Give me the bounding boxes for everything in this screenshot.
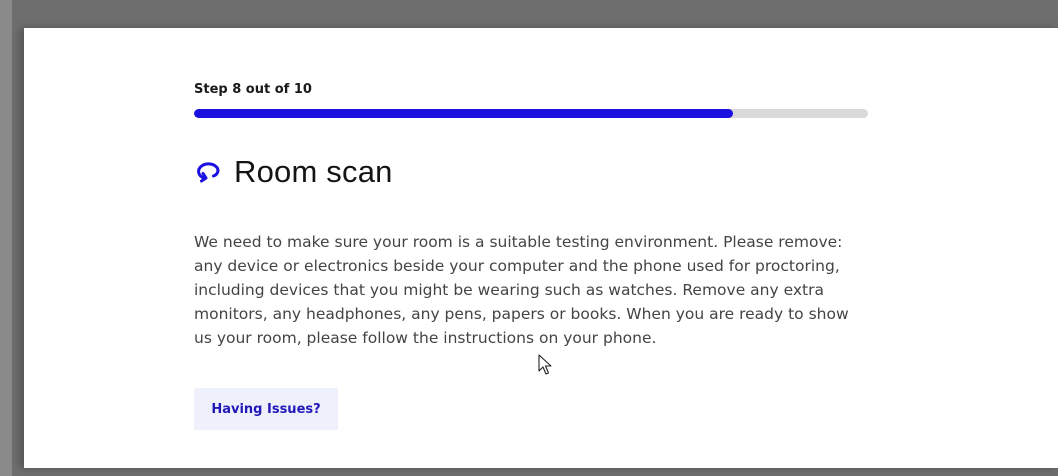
progress-bar-fill xyxy=(194,109,734,118)
rotate-scan-icon xyxy=(194,158,222,186)
page-title: Room scan xyxy=(234,154,393,189)
progress-bar xyxy=(194,109,868,118)
instructions-text: We need to make sure your room is a suit… xyxy=(194,233,849,347)
window-frame-edge xyxy=(0,0,12,476)
having-issues-button[interactable]: Having Issues? xyxy=(194,388,338,430)
page-header: Room scan xyxy=(194,154,393,190)
mouse-pointer-icon xyxy=(538,354,552,375)
room-scan-panel: Step 8 out of 10 Room scan We need to ma… xyxy=(24,28,1058,468)
step-counter: Step 8 out of 10 xyxy=(194,82,312,97)
